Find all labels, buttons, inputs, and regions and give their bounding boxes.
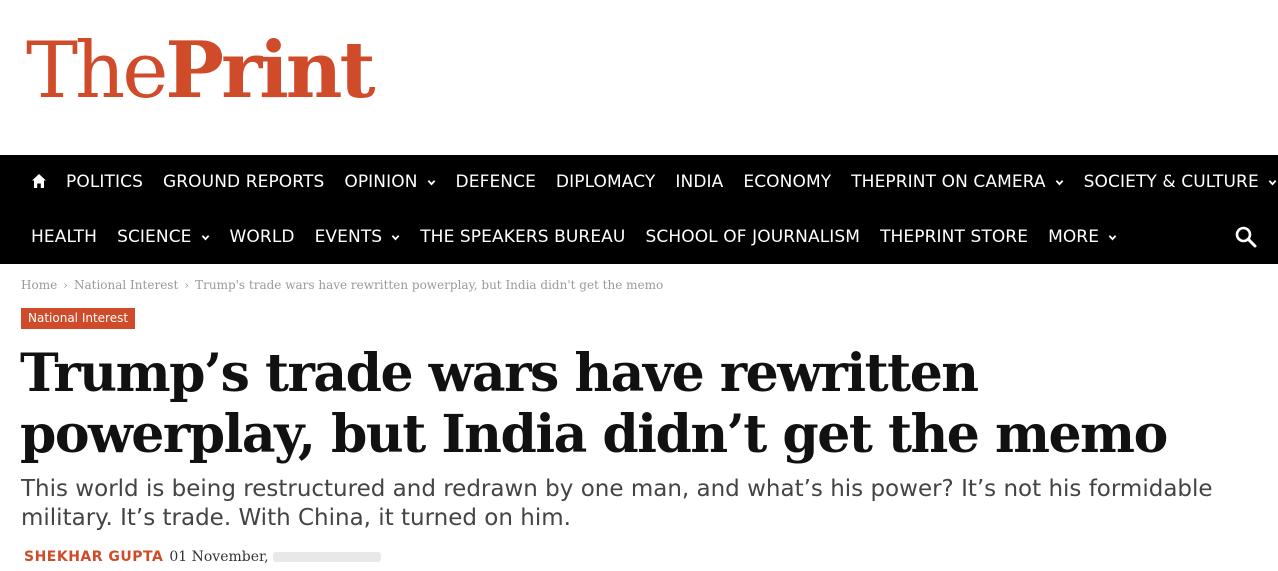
chevron-down-icon	[1055, 179, 1063, 185]
breadcrumb-current: Trump's trade wars have rewritten powerp…	[195, 278, 664, 292]
row2-item-2[interactable]: WORLD	[230, 227, 295, 247]
chevron-down-icon	[391, 234, 400, 240]
nav-item-label: DEFENCE	[455, 172, 536, 192]
nav-item-label: THEPRINT ON CAMERA	[851, 172, 1046, 192]
row1-item-8[interactable]: SOCIETY & CULTURE	[1084, 172, 1277, 192]
main-navigation: POLITICS GROUND REPORTS OPINION DEFENCE DIPL…	[0, 155, 1278, 264]
chevron-down-icon	[427, 179, 435, 185]
nav-item-label: HEALTH	[31, 227, 98, 247]
breadcrumb: Home › National Interest › Trump's trade war…	[21, 278, 663, 292]
row2-item-0[interactable]: HEALTH	[31, 227, 97, 247]
nav-row-secondary: HEALTH SCIENCE WORLD EVENTS THE SPEAKERS BUR…	[31, 210, 1137, 264]
nav-item-label: OPINION	[344, 172, 418, 192]
row1-item-3[interactable]: DEFENCE	[456, 172, 536, 192]
breadcrumb-home[interactable]: Home	[21, 278, 57, 292]
row2-item-1[interactable]: SCIENCE	[117, 227, 209, 247]
row2-item-4[interactable]: THE SPEAKERS BUREAU	[420, 227, 625, 247]
chevron-down-icon	[1268, 179, 1277, 185]
article-summary: This world is being restructured and red…	[21, 476, 1213, 531]
row2-item-3[interactable]: EVENTS	[315, 227, 401, 247]
row2-item-6[interactable]: THEPRINT STORE	[880, 227, 1028, 247]
row1-item-1[interactable]: GROUND REPORTS	[163, 172, 324, 192]
nav-item-label: INDIA	[675, 172, 724, 192]
category-badge[interactable]: National Interest	[21, 308, 136, 329]
nav-item-label: EVENTS	[314, 227, 383, 247]
breadcrumb-separator: ›	[63, 278, 68, 292]
logo-part-the: The	[26, 26, 168, 116]
nav-item-label: SOCIETY & CULTURE	[1083, 172, 1259, 192]
search-icon[interactable]	[1234, 225, 1258, 249]
blurred-text	[272, 552, 381, 562]
nav-item-label: DIPLOMACY	[555, 172, 656, 192]
row2-item-5[interactable]: SCHOOL OF JOURNALISM	[645, 227, 860, 247]
nav-item-label: GROUND REPORTS	[162, 172, 325, 192]
row1-item-2[interactable]: OPINION	[344, 172, 435, 192]
nav-item-label: MORE	[1048, 227, 1100, 247]
nav-item-label: POLITICS	[66, 172, 143, 192]
byline: SHEKHAR GUPTA 01 November,	[24, 549, 381, 565]
site-header: ThePrint	[0, 0, 1278, 155]
row1-item-6[interactable]: ECONOMY	[743, 172, 831, 192]
breadcrumb-separator: ›	[184, 278, 190, 292]
breadcrumb-category[interactable]: National Interest	[74, 278, 178, 292]
row1-item-0[interactable]: POLITICS	[66, 172, 143, 192]
nav-item-label: THE SPEAKERS BUREAU	[420, 227, 626, 247]
home-icon[interactable]	[31, 173, 47, 189]
row1-item-7[interactable]: THEPRINT ON CAMERA	[851, 172, 1063, 192]
author-name[interactable]: SHEKHAR GUPTA	[24, 549, 163, 565]
nav-item-label: ECONOMY	[743, 172, 832, 192]
logo-part-print: Print	[165, 25, 375, 116]
nav-row-primary: POLITICS GROUND REPORTS OPINION DEFENCE DIPL…	[66, 155, 1278, 209]
article-headline: Trump’s trade wars have rewritten powerp…	[20, 343, 1168, 465]
nav-item-label: SCIENCE	[117, 227, 192, 247]
publish-date: 01 November,	[169, 549, 269, 565]
nav-item-label: THEPRINT STORE	[880, 227, 1029, 247]
chevron-down-icon	[1108, 234, 1117, 240]
chevron-down-icon	[201, 234, 209, 240]
theprint-logo[interactable]: ThePrint	[26, 25, 376, 117]
row1-item-4[interactable]: DIPLOMACY	[556, 172, 655, 192]
nav-item-label: WORLD	[229, 227, 295, 247]
row2-item-7[interactable]: MORE	[1048, 227, 1117, 247]
nav-item-label: SCHOOL OF JOURNALISM	[645, 227, 861, 247]
row1-item-5[interactable]: INDIA	[675, 172, 723, 192]
